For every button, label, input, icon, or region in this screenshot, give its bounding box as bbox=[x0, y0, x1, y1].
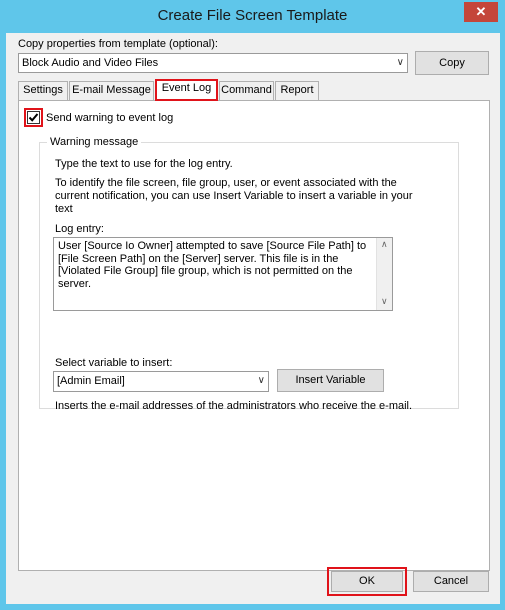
tab-report[interactable]: Report bbox=[275, 81, 319, 100]
warning-message-title: Warning message bbox=[47, 136, 142, 148]
tab-command[interactable]: Command bbox=[219, 81, 274, 100]
chevron-down-icon: ∨ bbox=[396, 57, 404, 68]
event-log-panel: Send warning to event log Warning messag… bbox=[18, 100, 490, 571]
log-entry-scrollbar[interactable]: ∧ ∨ bbox=[376, 238, 392, 310]
tab-event-log[interactable]: Event Log bbox=[155, 79, 218, 101]
variable-select-label: Select variable to insert: bbox=[55, 357, 173, 369]
chevron-down-icon: ∨ bbox=[257, 375, 265, 386]
scroll-down-icon: ∨ bbox=[381, 296, 388, 306]
tab-email-message[interactable]: E-mail Message bbox=[69, 81, 154, 100]
close-icon: ✕ bbox=[475, 4, 487, 19]
ok-button[interactable]: OK bbox=[331, 571, 403, 592]
send-warning-checkbox[interactable] bbox=[27, 111, 40, 124]
dialog-body: Copy properties from template (optional)… bbox=[6, 33, 500, 604]
variable-instructions-text: To identify the file screen, file group,… bbox=[55, 177, 413, 215]
close-button[interactable]: ✕ bbox=[464, 2, 498, 22]
scroll-up-icon: ∧ bbox=[381, 239, 388, 249]
variable-select-value: [Admin Email] bbox=[57, 375, 125, 387]
checkmark-icon bbox=[28, 113, 39, 122]
log-entry-textarea[interactable]: User [Source Io Owner] attempted to save… bbox=[53, 237, 393, 311]
copy-button[interactable]: Copy bbox=[415, 51, 489, 75]
copy-template-label: Copy properties from template (optional)… bbox=[18, 38, 218, 50]
tab-settings[interactable]: Settings bbox=[18, 81, 68, 100]
template-select-value: Block Audio and Video Files bbox=[22, 57, 159, 69]
instructions-text: Type the text to use for the log entry. bbox=[55, 158, 233, 170]
cancel-button[interactable]: Cancel bbox=[413, 571, 489, 592]
log-entry-text: User [Source Io Owner] attempted to save… bbox=[58, 240, 367, 290]
template-select[interactable]: Block Audio and Video Files ∨ bbox=[18, 53, 408, 73]
send-warning-label: Send warning to event log bbox=[46, 112, 174, 124]
window-title: Create File Screen Template bbox=[157, 7, 348, 24]
variable-description: Inserts the e-mail addresses of the admi… bbox=[55, 400, 413, 412]
log-entry-label: Log entry: bbox=[55, 223, 104, 235]
insert-variable-button[interactable]: Insert Variable bbox=[277, 369, 384, 392]
variable-select[interactable]: [Admin Email] ∨ bbox=[53, 371, 269, 392]
